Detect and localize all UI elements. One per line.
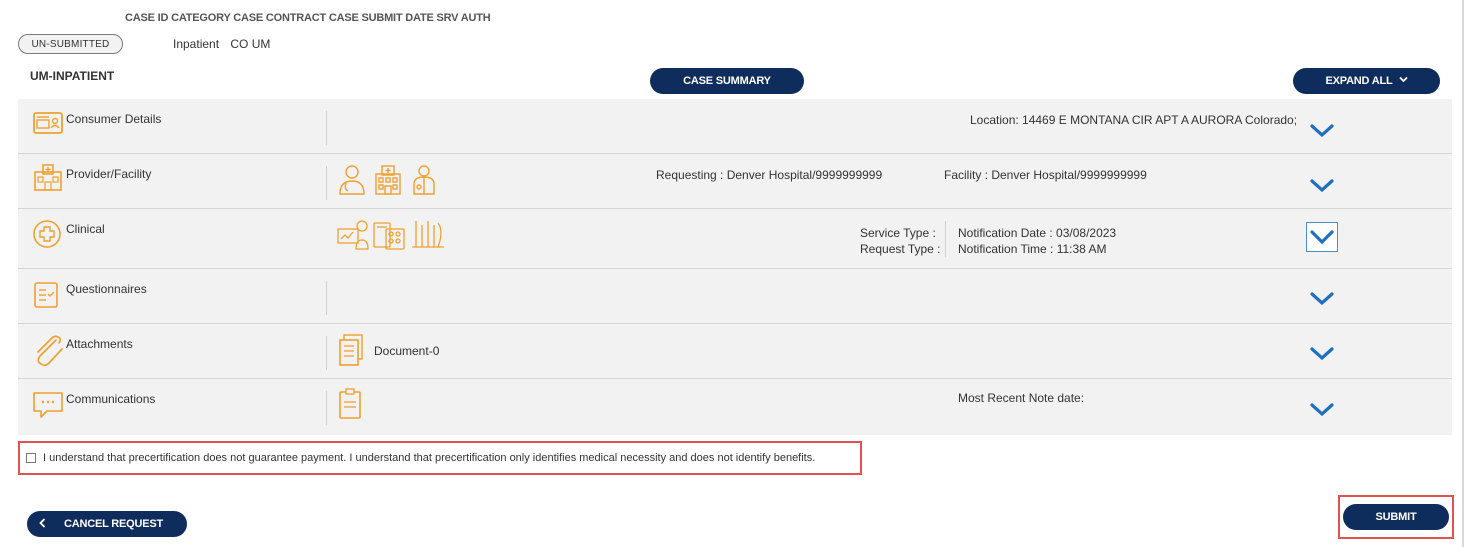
notification-time: Notification Time : 11:38 AM (958, 242, 1107, 256)
consent-text: I understand that precertification does … (43, 452, 816, 464)
consumer-location: Location: 14469 E MONTANA CIR APT A AURO… (970, 113, 1298, 127)
notification-date: Notification Date : 03/08/2023 (958, 226, 1117, 240)
case-header-columns: CASE ID CATEGORY CASE CONTRACT CASE SUBM… (125, 12, 491, 24)
provider-icons (336, 162, 444, 199)
clinic-building-icon (375, 165, 401, 195)
chevron-down-icon (1398, 75, 1408, 86)
cancel-request-label: CANCEL REQUEST (64, 518, 164, 530)
chevron-down-icon[interactable] (1306, 119, 1338, 143)
chevron-down-icon[interactable] (1306, 222, 1338, 252)
clinical-icons (336, 217, 448, 254)
section-row-attachments[interactable]: Attachments Document-0 (18, 324, 1452, 379)
status-badge: UN-SUBMITTED (18, 34, 123, 54)
divider (326, 336, 327, 370)
section-row-consumer[interactable]: Consumer Details Location: 14469 E MONTA… (18, 99, 1452, 154)
most-recent-note-date: Most Recent Note date: (958, 391, 1085, 405)
divider (326, 391, 327, 425)
section-row-communications[interactable]: Communications Most Recent Note date: (18, 379, 1452, 435)
physician-icon (413, 165, 435, 195)
checklist-icon (32, 280, 62, 313)
section-row-provider[interactable]: Provider/Facility Requesting: Denver Ho… (18, 154, 1452, 209)
section-label: Consumer Details (66, 112, 162, 126)
chevron-down-icon[interactable] (1306, 342, 1338, 366)
medical-cross-icon (32, 219, 64, 252)
facility-provider: Facility : Denver Hospital/9999999999 (944, 168, 1147, 182)
section-title: UM-INPATIENT (30, 69, 115, 83)
section-row-questionnaires[interactable]: Questionnaires (18, 269, 1452, 324)
clipboard-note-icon (338, 388, 364, 423)
lab-test-icon (337, 220, 369, 250)
chevron-down-icon[interactable] (1306, 174, 1338, 198)
consent-checkbox[interactable] (26, 453, 36, 463)
submit-button[interactable]: SUBMIT (1343, 504, 1449, 530)
requesting-provider: Requesting : Denver Hospital/9999999999 (656, 168, 883, 182)
chevron-down-icon[interactable] (1306, 398, 1338, 422)
section-label: Clinical (66, 222, 105, 236)
section-label: Communications (66, 392, 156, 406)
divider (326, 111, 327, 145)
request-type-label: Request Type : (860, 242, 941, 256)
service-type-label: Service Type : (860, 226, 936, 240)
id-card-icon (32, 110, 64, 139)
divider (326, 166, 327, 200)
case-page: CASE ID CATEGORY CASE CONTRACT CASE SUBM… (0, 0, 1464, 547)
hospital-building-icon (32, 162, 64, 195)
submit-highlight: SUBMIT (1338, 495, 1454, 539)
expand-all-label: EXPAND ALL (1325, 75, 1393, 87)
chat-bubble-icon (32, 390, 64, 423)
section-label: Provider/Facility (66, 167, 152, 181)
document-icon[interactable] (338, 333, 366, 370)
cancel-request-button[interactable]: CANCEL REQUEST (27, 511, 187, 537)
chevron-left-icon (39, 517, 46, 531)
doctor-icon (339, 165, 365, 195)
case-sections-table: Consumer Details Location: 14469 E MONTA… (18, 99, 1452, 435)
paperclip-icon (32, 334, 66, 371)
case-contract: CO UM (230, 37, 271, 51)
section-label: Attachments (66, 337, 133, 351)
case-summary-button[interactable]: CASE SUMMARY (650, 68, 804, 94)
case-category: Inpatient (173, 37, 220, 51)
section-row-clinical[interactable]: Clinical Service Type: Request Type: N… (18, 209, 1452, 269)
divider (945, 221, 946, 257)
medical-tools-icon (412, 221, 444, 248)
pill-blister-icon (373, 222, 405, 250)
case-info: Inpatient CO UM (173, 37, 270, 51)
divider (326, 281, 327, 315)
section-label: Questionnaires (66, 282, 147, 296)
expand-all-button[interactable]: EXPAND ALL (1293, 68, 1440, 94)
chevron-down-icon[interactable] (1306, 287, 1338, 311)
consent-checkbox-row: I understand that precertification does … (18, 441, 862, 475)
document-link[interactable]: Document-0 (374, 344, 439, 358)
